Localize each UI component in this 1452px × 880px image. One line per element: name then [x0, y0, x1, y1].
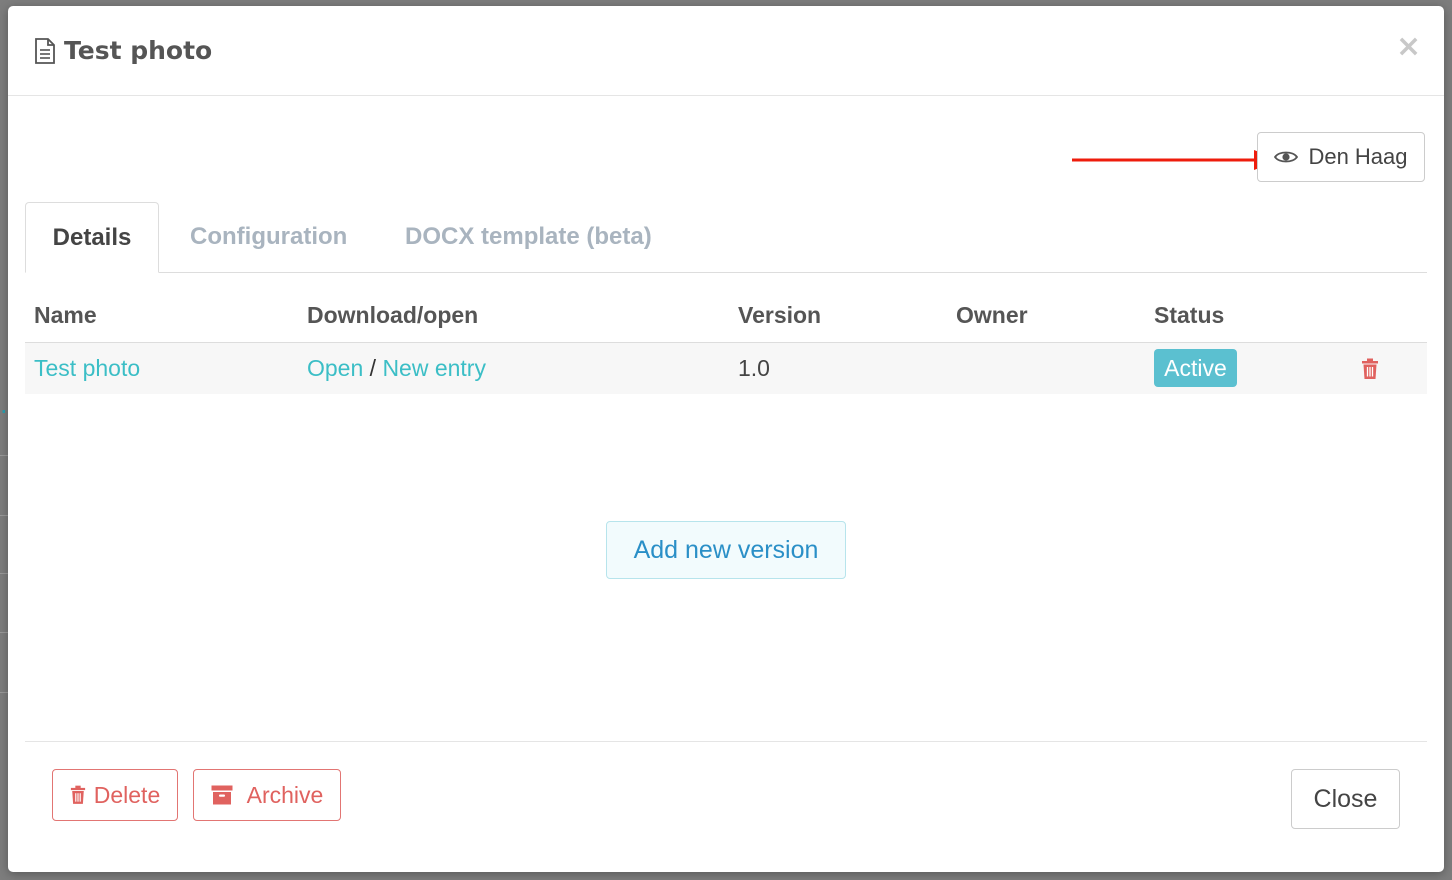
view-location-label: Den Haag — [1308, 144, 1408, 169]
add-new-version-button[interactable]: Add new version — [606, 521, 846, 579]
document-modal: Test photo × Den Haag Details Configurat… — [8, 6, 1444, 872]
row-download-cell: Open / New entry — [307, 354, 486, 382]
close-button[interactable]: Close — [1291, 769, 1400, 829]
tabs-divider — [26, 272, 1427, 273]
tab-configuration[interactable]: Configuration — [190, 202, 347, 272]
background-divider — [0, 455, 8, 456]
archive-icon — [211, 785, 233, 805]
column-header-version: Version — [738, 302, 822, 328]
document-icon — [35, 38, 55, 64]
background-divider — [0, 632, 8, 633]
background-divider — [0, 515, 8, 516]
column-header-status: Status — [1154, 302, 1225, 328]
column-header-name: Name — [34, 302, 97, 328]
row-name-link[interactable]: Test photo — [34, 354, 140, 382]
modal-title: Test photo — [64, 36, 213, 65]
eye-icon — [1274, 151, 1299, 163]
status-badge: Active — [1154, 349, 1237, 387]
column-header-owner: Owner — [956, 302, 1028, 328]
column-header-download: Download/open — [307, 302, 479, 328]
view-location-button[interactable]: Den Haag — [1257, 132, 1425, 182]
link-separator: / — [369, 355, 377, 381]
trash-icon — [70, 785, 85, 804]
footer-divider — [25, 741, 1427, 742]
tab-details[interactable]: Details — [25, 202, 159, 273]
close-icon[interactable]: × — [1396, 32, 1421, 62]
delete-button[interactable]: Delete — [52, 769, 178, 821]
tab-docx-template[interactable]: DOCX template (beta) — [405, 202, 652, 272]
open-link[interactable]: Open — [307, 355, 363, 381]
trash-icon[interactable] — [1361, 358, 1379, 380]
archive-label: Archive — [246, 781, 324, 808]
background-divider — [0, 573, 8, 574]
background-divider — [0, 692, 8, 693]
annotation-arrow-icon — [1072, 150, 1280, 170]
modal-header: Test photo × — [8, 6, 1444, 96]
archive-button[interactable]: Archive — [193, 769, 341, 821]
delete-label: Delete — [93, 781, 161, 808]
new-entry-link[interactable]: New entry — [382, 355, 486, 381]
row-version: 1.0 — [738, 355, 770, 381]
background-fragment: · — [0, 398, 8, 426]
